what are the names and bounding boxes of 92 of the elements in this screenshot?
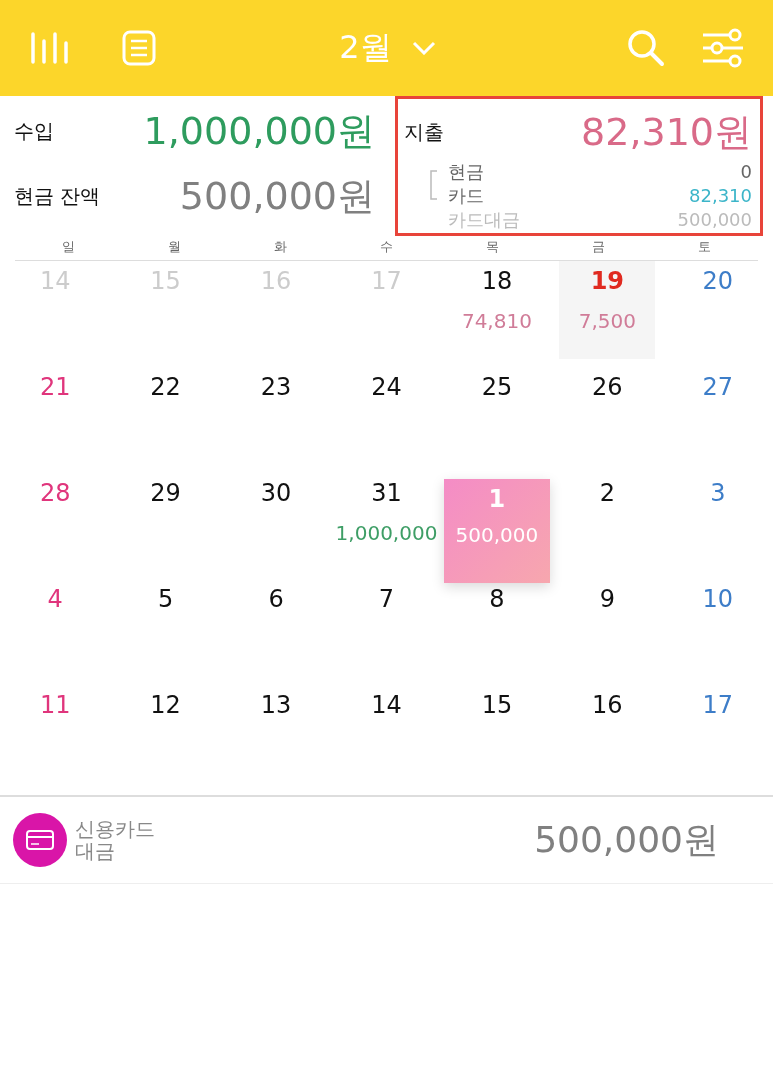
weekday-label: 화 [272, 238, 288, 256]
balance-label: 현금 잔액 [14, 183, 101, 210]
calendar-day[interactable]: 26 [559, 367, 656, 465]
day-number: 19 [590, 267, 625, 295]
day-number: 31 [371, 479, 402, 507]
expense-amount: 82,310원 [581, 109, 752, 156]
day-number: 1 [488, 485, 506, 513]
balance-amount: 500,000원 [179, 173, 375, 220]
calendar-day[interactable]: 3 [669, 473, 766, 571]
day-amount: 7,500 [578, 309, 636, 333]
weekday-label: 월 [166, 238, 182, 256]
day-number: 13 [260, 691, 292, 719]
day-amount: 500,000 [455, 523, 539, 547]
calendar-day[interactable]: 25 [448, 367, 545, 465]
entry-amount: 500,000원 [534, 817, 719, 862]
calendar-day[interactable]: 18 74,810 [448, 261, 545, 359]
chevron-down-icon [411, 41, 436, 55]
day-number: 22 [150, 373, 181, 401]
day-amount: 74,810 [461, 309, 532, 333]
day-number: 17 [702, 691, 734, 719]
breakdown-value: 500,000 [677, 208, 752, 232]
day-number: 9 [599, 585, 615, 613]
calendar-day[interactable]: 30 [228, 473, 325, 571]
calendar-day[interactable]: 23 [228, 367, 325, 465]
day-amount: 1,000,000 [335, 521, 438, 545]
calendar-day[interactable]: 28 [7, 473, 104, 571]
day-number: 21 [39, 373, 71, 401]
day-number: 2 [599, 479, 615, 507]
weekday-label: 금 [591, 238, 607, 256]
calendar-day[interactable]: 11 [7, 685, 104, 783]
day-number: 20 [702, 267, 734, 295]
bar-chart-icon[interactable] [30, 31, 70, 65]
calendar-day[interactable]: 5 [117, 579, 214, 677]
calendar-day[interactable]: 16 [559, 685, 656, 783]
breakdown-value: 82,310 [689, 184, 752, 208]
calendar-day[interactable]: 7 [338, 579, 435, 677]
settings-icon[interactable] [701, 28, 745, 68]
calendar-day[interactable]: 6 [228, 579, 325, 677]
calendar-day[interactable]: 15 [448, 685, 545, 783]
calendar-day[interactable]: 21 [7, 367, 104, 465]
calendar-day[interactable]: 17 [669, 685, 766, 783]
day-number: 12 [150, 691, 181, 719]
day-number: 18 [481, 267, 513, 295]
day-number: 25 [481, 373, 513, 401]
income-label: 수입 [14, 118, 54, 145]
day-number: 14 [371, 691, 402, 719]
weekday-label: 일 [60, 238, 76, 256]
calendar-day[interactable]: 2 [559, 473, 656, 571]
entry-title: 신용카드 대금 [75, 818, 155, 862]
day-number: 29 [150, 479, 181, 507]
day-number: 27 [702, 373, 734, 401]
calendar-day[interactable]: 14 [338, 685, 435, 783]
calendar-day[interactable]: 20 [669, 261, 766, 359]
day-number: 16 [592, 691, 623, 719]
breakdown-label: 현금 [448, 160, 484, 184]
day-number: 10 [702, 585, 734, 613]
day-number: 11 [39, 691, 71, 719]
breakdown-label: 카드대금 [448, 208, 520, 232]
day-number: 3 [710, 479, 726, 507]
weekday-label: 수 [379, 238, 394, 256]
day-number: 26 [592, 373, 623, 401]
search-icon[interactable] [627, 29, 665, 67]
income-amount: 1,000,000원 [143, 108, 375, 155]
calendar-day[interactable]: 24 [338, 367, 435, 465]
calendar-day[interactable]: 19 7,500 [559, 261, 656, 359]
day-number: 30 [260, 479, 292, 507]
day-number: 6 [268, 585, 284, 613]
calendar-day[interactable]: 9 [559, 579, 656, 677]
calendar-day[interactable]: 31 1,000,000 [338, 473, 435, 571]
weekday-label: 목 [485, 238, 501, 256]
day-number: 28 [39, 479, 71, 507]
day-number: 4 [47, 585, 63, 613]
expense-label: 지출 [404, 119, 444, 146]
breakdown-label: 카드 [448, 184, 484, 208]
bracket-icon [430, 170, 438, 200]
calendar-day[interactable]: 13 [228, 685, 325, 783]
calendar-day[interactable]: 27 [669, 367, 766, 465]
calendar-day[interactable]: 4 [7, 579, 104, 677]
weekday-label: 토 [697, 238, 713, 256]
day-number: 8 [489, 585, 505, 613]
day-number: 7 [378, 585, 395, 613]
calendar-day[interactable]: 10 [669, 579, 766, 677]
day-number: 23 [260, 373, 292, 401]
breakdown-value: 0 [740, 160, 752, 184]
document-icon[interactable] [122, 30, 156, 66]
day-number: 15 [481, 691, 513, 719]
calendar-day[interactable]: 29 [117, 473, 214, 571]
credit-card-icon [13, 813, 67, 867]
day-number: 5 [158, 585, 174, 613]
calendar-day[interactable]: 22 [117, 367, 214, 465]
calendar-day[interactable]: 12 [117, 685, 214, 783]
day-number: 24 [371, 373, 402, 401]
